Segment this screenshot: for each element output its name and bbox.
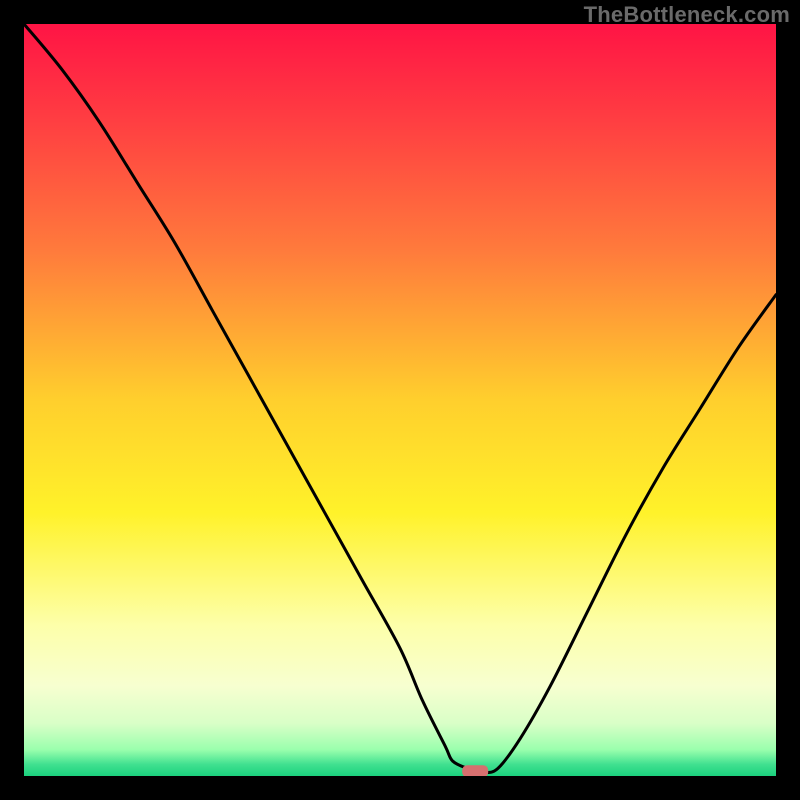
plot-area <box>24 24 776 776</box>
chart-frame: TheBottleneck.com <box>0 0 800 800</box>
chart-svg <box>24 24 776 776</box>
gradient-background <box>24 24 776 776</box>
optimal-marker <box>462 765 488 776</box>
